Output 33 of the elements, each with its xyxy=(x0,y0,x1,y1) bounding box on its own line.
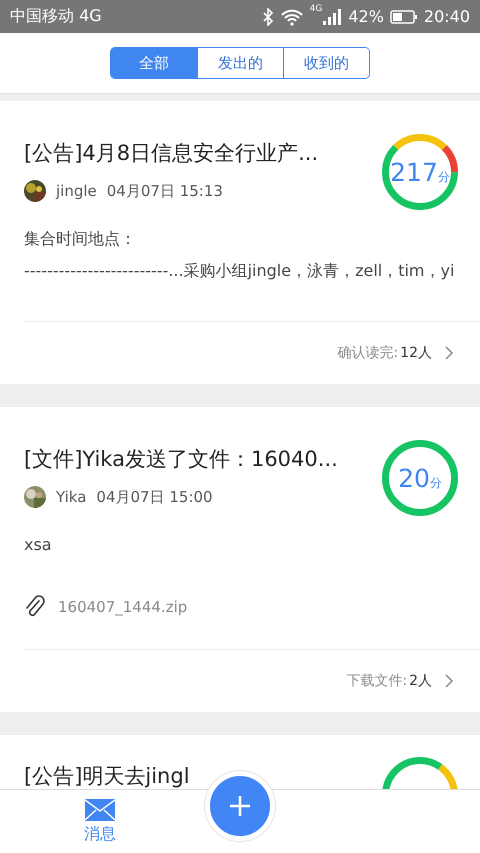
message-text: -------------------------...采购小组jingle，泳青，zell，tim，yi xyxy=(24,260,456,282)
paperclip-icon xyxy=(24,595,46,619)
message-title: [文件]Yika发送了文件：16040... xyxy=(24,446,339,473)
battery-icon xyxy=(390,8,418,24)
attachment-name[interactable]: 160407_1444.zip xyxy=(58,598,188,616)
filter-tab[interactable]: 收到的 xyxy=(283,48,369,78)
message-title: [公告]4月8日信息安全行业产... xyxy=(24,140,320,167)
footer-count: 2人 xyxy=(409,672,432,690)
message-date: 04月07日 15:00 xyxy=(96,488,213,506)
network-type: 4G xyxy=(310,4,322,14)
message-card[interactable]: [公告]明天去jingl xyxy=(0,735,480,789)
signal-icon xyxy=(322,8,342,26)
author-name: Yika xyxy=(56,488,86,506)
footer-count: 12人 xyxy=(400,344,432,362)
message-date: 04月07日 15:13 xyxy=(106,182,223,200)
footer-label: 确认读完: xyxy=(337,344,398,362)
score-value: 217分 xyxy=(390,158,450,186)
message-text: xsa xyxy=(24,534,53,556)
wifi-icon xyxy=(280,8,304,26)
filter-tab[interactable]: 全部 xyxy=(111,48,197,78)
clock: 20:40 xyxy=(424,7,470,26)
message-card[interactable]: [文件]Yika发送了文件：16040... Yika 04月07日 15:00 20分 xsa 160407_1444.zip 下载文件:2人 xyxy=(0,407,480,712)
message-text: 集合时间地点： xyxy=(24,228,137,250)
message-title: [公告]明天去jingl xyxy=(24,763,191,789)
message-card[interactable]: [公告]4月8日信息安全行业产... jingle 04月07日 15:13 217分 集合时间地点： -------------------------...采购小组jingle，泳青，zell，tim，yi 确认读完:12人 xyxy=(0,101,480,384)
mail-icon xyxy=(85,798,115,820)
bluetooth-icon xyxy=(262,8,274,26)
battery-percent: 42% xyxy=(348,7,384,26)
footer-label: 下载文件: xyxy=(346,672,408,690)
carrier-name: 中国移动 4G xyxy=(10,6,102,27)
author-name: jingle xyxy=(56,182,97,200)
score-value: 20分 xyxy=(398,464,442,492)
plus-icon xyxy=(229,795,251,817)
